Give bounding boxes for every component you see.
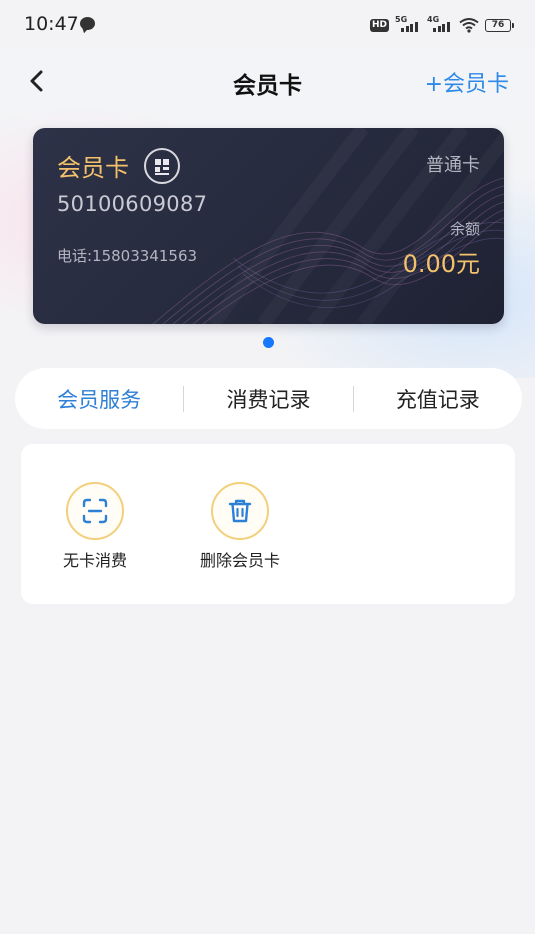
screen: 10:47 HD 5G 4G 76 会员卡 +会员卡 会员卡 501006090…	[0, 0, 535, 934]
scan-icon	[66, 482, 124, 540]
card-type: 普通卡	[426, 155, 480, 176]
cardless-consume-button[interactable]: 无卡消费	[35, 482, 155, 571]
message-notification-icon	[80, 17, 95, 30]
delete-member-card-button[interactable]: 删除会员卡	[180, 482, 300, 571]
nav-bar: 会员卡 +会员卡	[0, 48, 535, 114]
balance-value: 0.00元	[402, 250, 480, 278]
battery-icon: 76	[485, 18, 514, 32]
wifi-icon	[459, 18, 479, 33]
member-card[interactable]: 会员卡 50100609087 电话:15803341563 普通卡 余额 0.…	[33, 128, 504, 324]
services-panel: 无卡消费 删除会员卡	[21, 444, 515, 604]
hd-voice-icon: HD	[369, 18, 389, 32]
qr-code-icon[interactable]	[144, 148, 180, 184]
card-title: 会员卡	[57, 154, 129, 182]
tab-recharge-records[interactable]: 充值记录	[354, 384, 522, 414]
cardless-consume-label: 无卡消费	[62, 551, 127, 570]
status-bar: 10:47 HD 5G 4G 76	[0, 0, 535, 48]
record-tabs: 会员服务 消费记录 充值记录	[15, 368, 522, 429]
signal-4g-icon: 4G	[427, 15, 453, 33]
status-indicators: HD 5G 4G 76	[369, 15, 514, 34]
delete-member-card-label: 删除会员卡	[199, 551, 280, 570]
add-member-card-button[interactable]: +会员卡	[425, 66, 509, 98]
tab-consumption-records[interactable]: 消费记录	[184, 384, 352, 414]
trash-icon	[211, 482, 269, 540]
carousel-indicator	[263, 337, 274, 348]
status-time: 10:47	[24, 13, 79, 35]
card-number: 50100609087	[57, 192, 208, 216]
card-phone: 电话:15803341563	[57, 247, 198, 265]
balance-label: 余额	[449, 220, 480, 238]
signal-5g-icon: 5G	[395, 15, 421, 33]
tab-member-services[interactable]: 会员服务	[15, 384, 183, 414]
